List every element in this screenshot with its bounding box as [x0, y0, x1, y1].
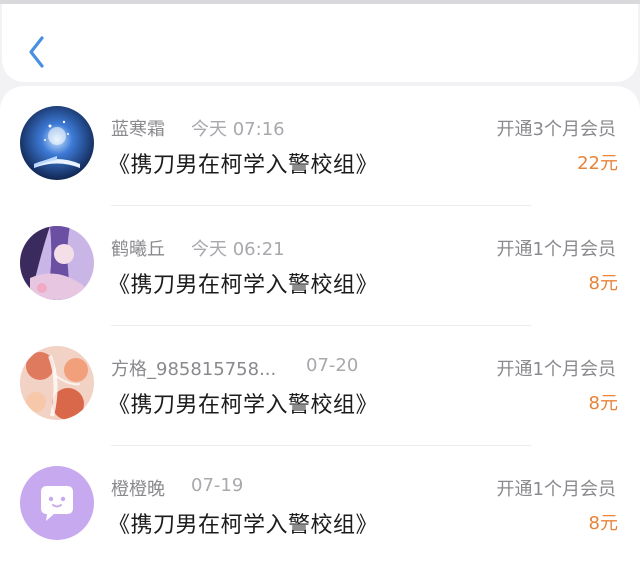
- nav-header: [2, 4, 638, 82]
- avatar[interactable]: [20, 226, 94, 300]
- price: 8元: [588, 273, 618, 294]
- avatar[interactable]: [20, 106, 94, 180]
- list-item[interactable]: 蓝寒霜 今天 07:16 《携刀男在柯学入警校组》 开通3个月会员 22元: [0, 86, 640, 206]
- membership-action: 开通3个月会员: [496, 119, 616, 140]
- list-item[interactable]: 鹤曦丘 今天 06:21 《携刀男在柯学入警校组》 开通1个月会员 8元: [0, 206, 640, 326]
- chevron-left-icon: [29, 36, 44, 68]
- user-name: 蓝寒霜: [111, 119, 165, 140]
- timestamp: 今天 07:16: [191, 119, 285, 140]
- list-item[interactable]: 方格_985815758... 07-20 《携刀男在柯学入警校组》 开通1个月…: [0, 326, 640, 446]
- book-title: 《携刀男在柯学入警校组》: [108, 393, 379, 418]
- user-name: 橙橙晚: [111, 479, 165, 500]
- user-name: 方格_985815758...: [111, 359, 277, 380]
- timestamp: 今天 06:21: [191, 239, 285, 260]
- price: 8元: [588, 513, 618, 534]
- avatar[interactable]: [20, 466, 94, 540]
- user-name: 鹤曦丘: [111, 239, 165, 260]
- timestamp: 07-19: [191, 475, 244, 496]
- membership-action: 开通1个月会员: [496, 239, 616, 260]
- book-title: 《携刀男在柯学入警校组》: [108, 153, 379, 178]
- membership-action: 开通1个月会员: [496, 479, 616, 500]
- purchase-record-list: 蓝寒霜 今天 07:16 《携刀男在柯学入警校组》 开通3个月会员 22元 鹤曦…: [0, 86, 640, 566]
- book-title: 《携刀男在柯学入警校组》: [108, 273, 379, 298]
- timestamp: 07-20: [306, 355, 359, 376]
- back-button[interactable]: [24, 32, 50, 72]
- membership-action: 开通1个月会员: [496, 359, 616, 380]
- price: 22元: [577, 153, 618, 174]
- list-item[interactable]: 橙橙晚 07-19 《携刀男在柯学入警校组》 开通1个月会员 8元: [0, 446, 640, 566]
- book-title: 《携刀男在柯学入警校组》: [108, 513, 379, 538]
- price: 8元: [588, 393, 618, 414]
- avatar[interactable]: [20, 346, 94, 420]
